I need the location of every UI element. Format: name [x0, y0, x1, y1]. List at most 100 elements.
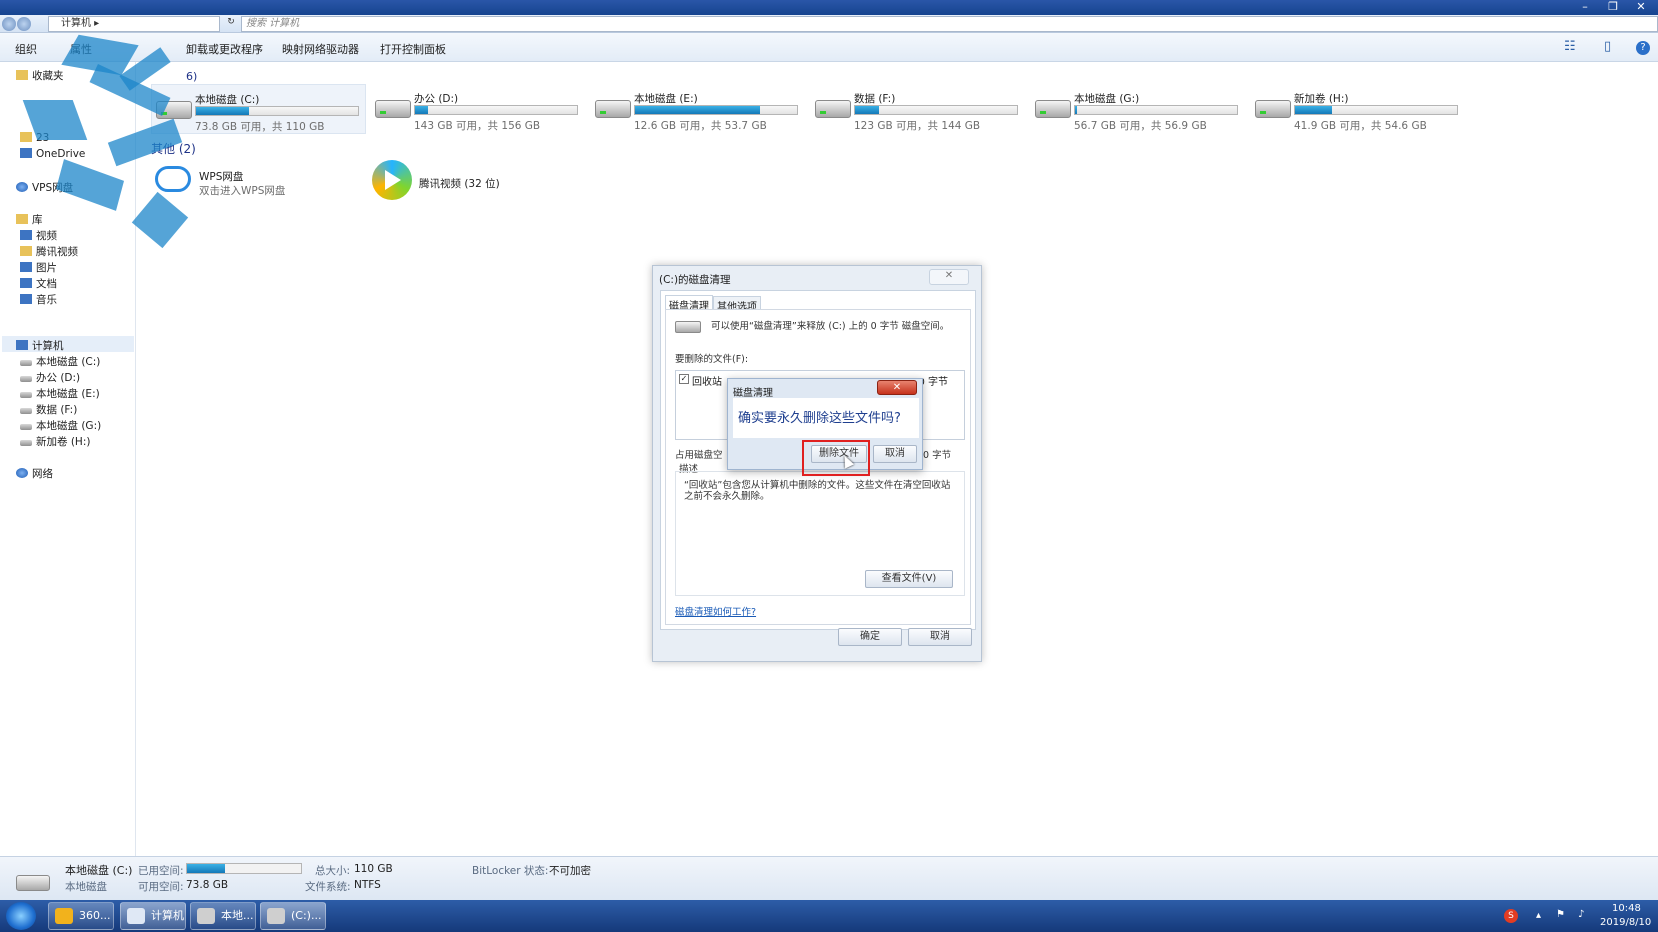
drive-icon: [20, 376, 32, 382]
nav-label: 新加卷 (H:): [36, 436, 91, 448]
start-button[interactable]: [6, 902, 36, 930]
drive-tile-e[interactable]: 本地磁盘 (E:) 12.6 GB 可用，共 53.7 GB: [591, 84, 806, 134]
nav-label: 图片: [36, 262, 57, 274]
wps-subtitle: 双击进入WPS网盘: [199, 185, 286, 197]
drive-usage-bar: [414, 105, 578, 115]
drive-space-info: 143 GB 可用，共 156 GB: [414, 120, 541, 132]
nav-drive-d[interactable]: 办公 (D:): [20, 370, 80, 385]
control-panel-button[interactable]: 打开控制面板: [380, 41, 446, 57]
confirm-dialog-title: 磁盘清理: [733, 388, 773, 399]
view-files-button[interactable]: 查看文件(V): [865, 570, 953, 588]
picture-icon: [20, 262, 32, 272]
preview-pane-icon[interactable]: ▯: [1604, 39, 1611, 54]
tencent-video-item[interactable]: 腾讯视频 (32 位): [370, 160, 530, 200]
refresh-icon[interactable]: ↻: [222, 17, 240, 31]
drive-icon: [675, 321, 701, 333]
close-window-button[interactable]: ✕: [1628, 0, 1654, 15]
show-hidden-icons[interactable]: ▴: [1536, 910, 1541, 921]
sogou-input-icon[interactable]: S: [1504, 909, 1518, 923]
map-drive-button[interactable]: 映射网络驱动器: [282, 41, 359, 57]
forward-button[interactable]: [17, 17, 31, 31]
drive-usage-fill: [855, 106, 880, 114]
drive-space-info: 73.8 GB 可用，共 110 GB: [195, 121, 325, 133]
hard-drive-icon: [815, 100, 851, 118]
uninstall-button[interactable]: 卸载或更改程序: [186, 41, 263, 57]
back-button[interactable]: [2, 17, 16, 31]
360-icon: [55, 908, 73, 924]
drive-icon: [16, 875, 50, 891]
nav-computer[interactable]: 计算机: [16, 338, 64, 353]
drive-usage-bar: [634, 105, 798, 115]
nav-tencent[interactable]: 腾讯视频: [20, 244, 78, 259]
help-icon[interactable]: ?: [1636, 41, 1650, 55]
minimize-button[interactable]: –: [1572, 0, 1598, 15]
library-icon: [16, 214, 28, 224]
nav-videos[interactable]: 视频: [20, 228, 57, 243]
address-bar-row: 计算机 ▸ ↻ 搜索 计算机: [0, 15, 1658, 33]
ok-button[interactable]: 确定: [838, 628, 902, 646]
taskbar-item-360[interactable]: 360...: [48, 902, 114, 930]
drive-tile-c[interactable]: 本地磁盘 (C:) 73.8 GB 可用，共 110 GB: [151, 84, 366, 134]
nav-network[interactable]: 网络: [16, 466, 53, 481]
taskbar-item-local-disk[interactable]: 本地...: [190, 902, 256, 930]
taskbar-item-cleanup[interactable]: (C:)...: [260, 902, 326, 930]
clock-time[interactable]: 10:48: [1612, 903, 1641, 914]
nav-drive-g[interactable]: 本地磁盘 (G:): [20, 418, 101, 433]
nav-drive-f[interactable]: 数据 (F:): [20, 402, 77, 417]
search-placeholder: 搜索 计算机: [246, 18, 300, 29]
clock-date[interactable]: 2019/8/10: [1600, 917, 1651, 928]
drive-tile-g[interactable]: 本地磁盘 (G:) 56.7 GB 可用，共 56.9 GB: [1031, 84, 1246, 134]
nav-pictures[interactable]: 图片: [20, 260, 57, 275]
cleanup-intro-text: 可以使用“磁盘清理”来释放 (C:) 上的 0 字节 磁盘空间。: [711, 321, 950, 332]
nav-drive-c[interactable]: 本地磁盘 (C:): [20, 354, 100, 369]
nav-drive-h[interactable]: 新加卷 (H:): [20, 434, 90, 449]
restore-button[interactable]: ❐: [1600, 0, 1626, 15]
drive-icon: [197, 908, 215, 924]
drive-usage-fill: [196, 107, 250, 115]
hard-drive-icon: [595, 100, 631, 118]
organize-button[interactable]: 组织: [15, 41, 37, 57]
action-center-icon[interactable]: ⚑: [1556, 909, 1565, 920]
drive-usage-bar: [1074, 105, 1238, 115]
nav-label: 本地磁盘 (C:): [36, 356, 101, 368]
nav-label: 计算机: [32, 340, 64, 352]
details-usage-bar: [186, 863, 302, 874]
how-cleanup-works-link[interactable]: 磁盘清理如何工作?: [675, 604, 756, 618]
taskbar-item-computer[interactable]: 计算机: [120, 902, 186, 930]
drive-space-info: 123 GB 可用，共 144 GB: [854, 120, 981, 132]
free-space-value: 73.8 GB: [186, 879, 229, 891]
drive-tile-h[interactable]: 新加卷 (H:) 41.9 GB 可用，共 54.6 GB: [1251, 84, 1466, 134]
command-toolbar: 组织 属性 卸载或更改程序 映射网络驱动器 打开控制面板 ☷ ▯ ?: [0, 33, 1658, 62]
highlight-box: [802, 440, 870, 476]
drive-usage-bar: [1294, 105, 1458, 115]
drive-usage-bar: [195, 106, 359, 116]
nav-library[interactable]: 库: [16, 212, 43, 227]
nav-documents[interactable]: 文档: [20, 276, 57, 291]
drive-name: 本地磁盘 (G:): [1074, 93, 1140, 105]
filesystem-value: NTFS: [354, 879, 381, 891]
confirm-close-button[interactable]: ✕: [877, 380, 917, 395]
taskbar-label: 本地...: [221, 909, 254, 922]
drive-tile-d[interactable]: 办公 (D:) 143 GB 可用，共 156 GB: [371, 84, 586, 134]
view-options-icon[interactable]: ☷: [1564, 39, 1576, 54]
nav-onedrive[interactable]: OneDrive: [20, 148, 85, 160]
recycle-bin-label: 回收站: [692, 377, 722, 388]
confirm-cancel-button[interactable]: 取消: [873, 445, 917, 463]
dialog-close-button[interactable]: ✕: [929, 269, 969, 285]
drive-space-info: 56.7 GB 可用，共 56.9 GB: [1074, 120, 1207, 132]
recycle-bin-checkbox[interactable]: ✓: [679, 374, 689, 384]
nav-favorites[interactable]: 收藏夹: [16, 68, 64, 83]
volume-icon[interactable]: ♪: [1578, 909, 1584, 920]
address-field[interactable]: 计算机 ▸: [48, 16, 220, 32]
onedrive-icon: [20, 148, 32, 158]
document-icon: [20, 278, 32, 288]
space-gained-label: 占用磁盘空: [675, 450, 723, 461]
search-input[interactable]: 搜索 计算机: [241, 16, 1658, 32]
nav-label: 视频: [36, 230, 57, 242]
drive-tile-f[interactable]: 数据 (F:) 123 GB 可用，共 144 GB: [811, 84, 1026, 134]
wps-cloud-item[interactable]: WPS网盘 双击进入WPS网盘: [150, 160, 330, 200]
free-space-label: 可用空间:: [138, 881, 184, 893]
cancel-button[interactable]: 取消: [908, 628, 972, 646]
nav-music[interactable]: 音乐: [20, 292, 57, 307]
nav-drive-e[interactable]: 本地磁盘 (E:): [20, 386, 100, 401]
